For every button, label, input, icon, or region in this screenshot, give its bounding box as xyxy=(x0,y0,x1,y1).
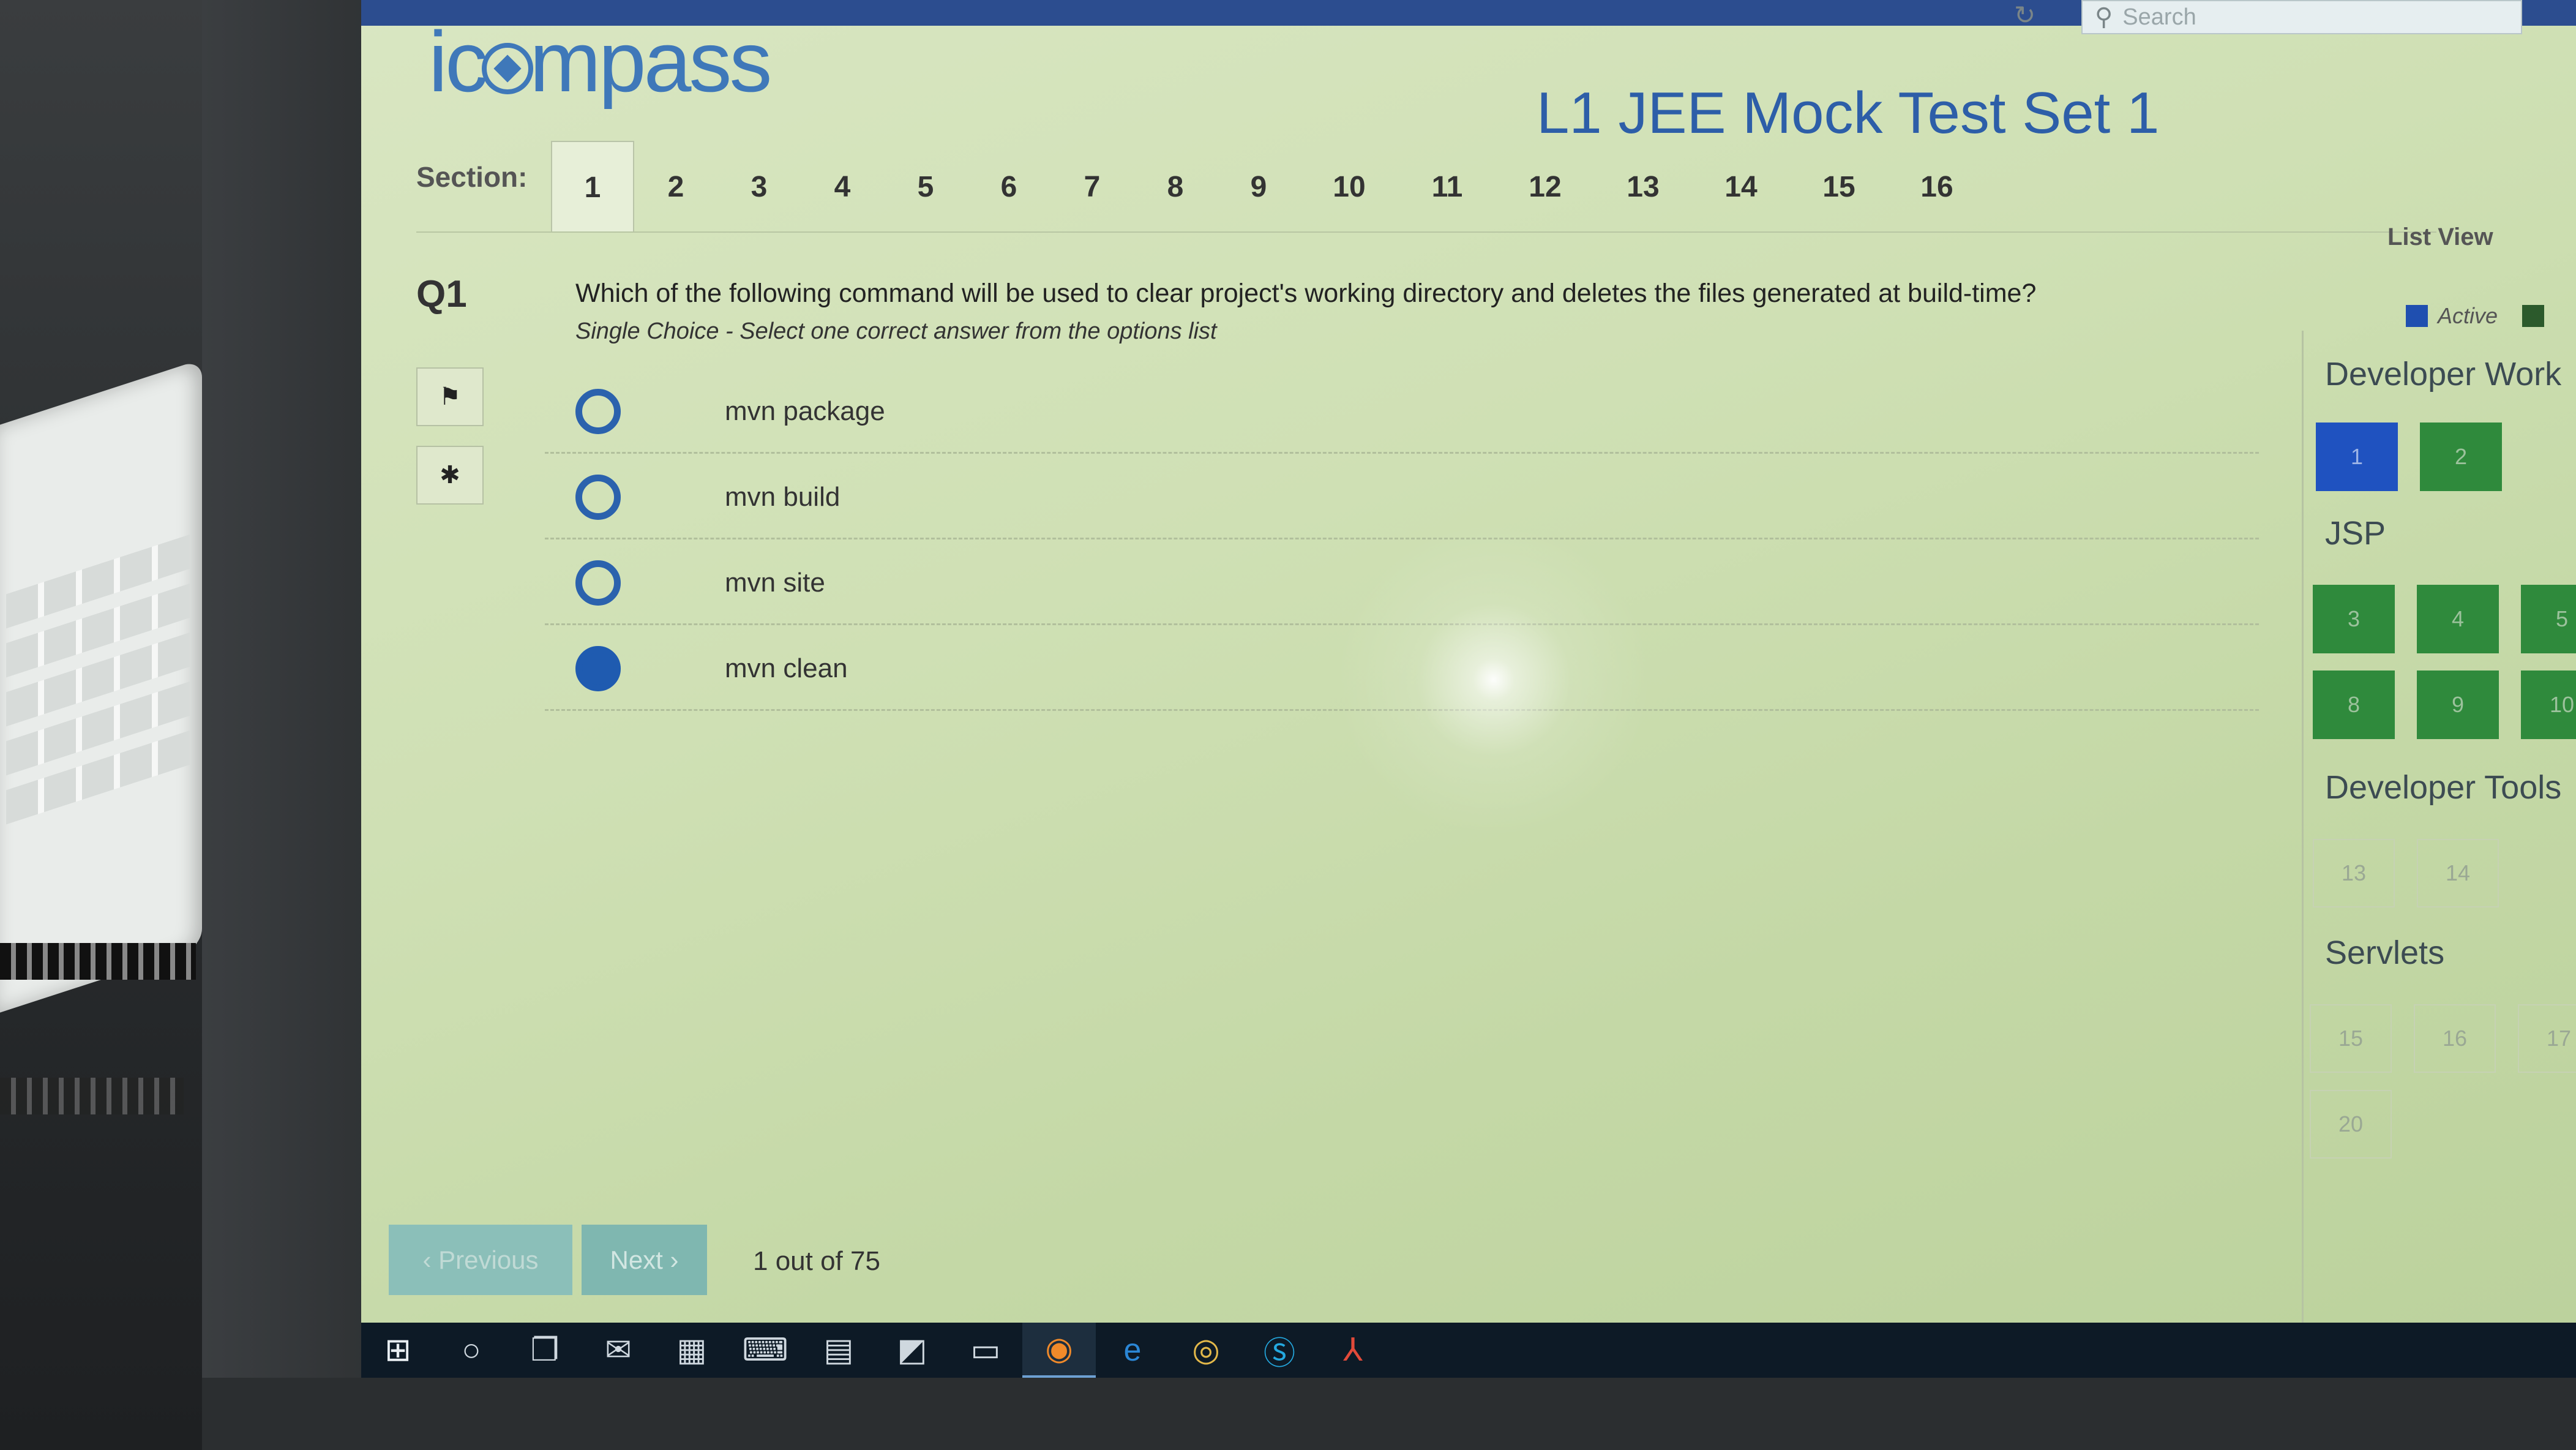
section-tabs: 1 2 3 4 5 6 7 8 9 10 11 12 13 14 15 16 xyxy=(551,141,1986,233)
mail-icon[interactable]: ✉ xyxy=(582,1323,655,1378)
nav-question-3[interactable]: 3 xyxy=(2313,585,2395,653)
answered-swatch xyxy=(2522,305,2545,327)
option-2-radio[interactable] xyxy=(575,474,621,520)
section-tab-11[interactable]: 11 xyxy=(1398,141,1496,233)
search-icon: ⚲ xyxy=(2095,4,2113,31)
option-3[interactable]: mvn site xyxy=(545,542,2259,625)
section-tab-3[interactable]: 3 xyxy=(717,141,801,233)
bug-icon: ✱ xyxy=(440,462,460,489)
chrome-icon[interactable]: ◎ xyxy=(1169,1323,1243,1378)
option-3-label: mvn site xyxy=(725,567,825,598)
section-tab-5[interactable]: 5 xyxy=(884,141,967,233)
nav-question-4[interactable]: 4 xyxy=(2417,585,2499,653)
next-button[interactable]: Next › xyxy=(582,1225,707,1295)
category-jsp: JSP xyxy=(2325,515,2386,552)
option-1[interactable]: mvn package xyxy=(545,370,2259,454)
nav-question-13[interactable]: 13 xyxy=(2313,839,2395,907)
section-tab-8[interactable]: 8 xyxy=(1134,141,1217,233)
edge-icon[interactable]: e xyxy=(1096,1323,1169,1378)
laptop-vent-lower xyxy=(0,1078,184,1114)
active-swatch xyxy=(2406,305,2428,327)
section-tab-13[interactable]: 13 xyxy=(1594,141,1692,233)
section-tab-10[interactable]: 10 xyxy=(1300,141,1398,233)
remote-desktop-icon[interactable]: ▭ xyxy=(949,1323,1022,1378)
nav-question-16[interactable]: 16 xyxy=(2414,1004,2496,1073)
task-view-icon[interactable]: ❐ xyxy=(508,1323,582,1378)
option-3-radio[interactable] xyxy=(575,560,621,606)
nav-question-1[interactable]: 1 xyxy=(2316,423,2398,491)
icompass-logo: ic mpass xyxy=(429,12,772,111)
tab-divider xyxy=(416,231,2436,233)
windows-start-icon[interactable]: ⊞ xyxy=(361,1323,435,1378)
option-2-label: mvn build xyxy=(725,481,841,512)
category-developer-tools: Developer Tools xyxy=(2325,769,2562,806)
option-4-radio[interactable] xyxy=(575,645,621,691)
section-tab-1[interactable]: 1 xyxy=(551,141,634,233)
nav-question-17[interactable]: 17 xyxy=(2518,1004,2576,1073)
list-view-link[interactable]: List View xyxy=(2387,224,2493,251)
category-developer-work: Developer Work xyxy=(2325,356,2562,393)
monitor-bezel-bottom xyxy=(202,1378,2576,1450)
monitor-bezel-left xyxy=(202,0,380,1450)
question-number: Q1 xyxy=(416,273,467,315)
flag-question-button[interactable]: ⚑ xyxy=(416,367,484,426)
option-1-radio[interactable] xyxy=(575,388,621,434)
section-tab-9[interactable]: 9 xyxy=(1217,141,1300,233)
category-servlets: Servlets xyxy=(2325,934,2445,971)
nav-question-14[interactable]: 14 xyxy=(2417,839,2499,907)
sticky-notes-icon[interactable]: ◩ xyxy=(875,1323,949,1378)
browser-screen: ↻ ⚲ Search ic mpass L1 JEE Mock Test Set … xyxy=(361,0,2576,1323)
pdf-reader-icon[interactable]: ⅄ xyxy=(1316,1323,1390,1378)
option-4-label: mvn clean xyxy=(725,653,848,683)
option-1-label: mvn package xyxy=(725,396,885,426)
nav-question-15[interactable]: 15 xyxy=(2310,1004,2392,1073)
nav-question-5[interactable]: 5 xyxy=(2521,585,2576,653)
active-legend-label: Active xyxy=(2438,303,2498,328)
question-navigator: Developer Work 1 2 JSP 3 4 5 8 9 10 Deve… xyxy=(2302,331,2576,1323)
section-tab-4[interactable]: 4 xyxy=(801,141,884,233)
logo-suffix: mpass xyxy=(530,13,772,110)
section-tab-14[interactable]: 14 xyxy=(1692,141,1790,233)
compass-icon xyxy=(482,43,534,95)
refresh-icon[interactable]: ↻ xyxy=(2014,0,2051,31)
section-tab-15[interactable]: 15 xyxy=(1790,141,1888,233)
section-tab-12[interactable]: 12 xyxy=(1496,141,1594,233)
status-legend: Active xyxy=(2406,303,2545,329)
windows-taskbar: ⊞ ○ ❐ ✉ ▦ ⌨ ▤ ◩ ▭ ◉ e ◎ Ⓢ ⅄ xyxy=(361,1323,2576,1378)
flag-icon: ⚑ xyxy=(439,383,461,410)
test-title: L1 JEE Mock Test Set 1 xyxy=(1537,80,2160,146)
section-tab-6[interactable]: 6 xyxy=(967,141,1050,233)
question-instruction: Single Choice - Select one correct answe… xyxy=(575,318,1217,344)
cortana-icon[interactable]: ○ xyxy=(435,1323,508,1378)
laptop-vent xyxy=(0,943,196,980)
skype-icon[interactable]: Ⓢ xyxy=(1243,1323,1316,1378)
section-tab-2[interactable]: 2 xyxy=(634,141,717,233)
search-placeholder: Search xyxy=(2122,4,2196,30)
logo-prefix: ic xyxy=(429,13,488,110)
report-issue-button[interactable]: ✱ xyxy=(416,446,484,505)
keyboard-icon[interactable]: ⌨ xyxy=(728,1323,802,1378)
nav-question-8[interactable]: 8 xyxy=(2313,671,2395,739)
section-label: Section: xyxy=(416,161,528,193)
section-tab-7[interactable]: 7 xyxy=(1050,141,1134,233)
nav-question-10[interactable]: 10 xyxy=(2521,671,2576,739)
nav-question-9[interactable]: 9 xyxy=(2417,671,2499,739)
firefox-icon[interactable]: ◉ xyxy=(1022,1323,1096,1378)
previous-button[interactable]: ‹ Previous xyxy=(389,1225,572,1295)
notes-icon[interactable]: ▤ xyxy=(802,1323,875,1378)
laptop-keyboard xyxy=(0,359,202,1013)
search-input[interactable]: ⚲ Search xyxy=(2081,0,2522,34)
question-counter: 1 out of 75 xyxy=(753,1246,880,1276)
option-4[interactable]: mvn clean xyxy=(545,628,2259,711)
question-text: Which of the following command will be u… xyxy=(575,279,2037,308)
option-2[interactable]: mvn build xyxy=(545,456,2259,539)
calculator-icon[interactable]: ▦ xyxy=(655,1323,728,1378)
section-tab-16[interactable]: 16 xyxy=(1888,141,1986,233)
nav-question-2[interactable]: 2 xyxy=(2420,423,2502,491)
nav-question-20[interactable]: 20 xyxy=(2310,1090,2392,1159)
